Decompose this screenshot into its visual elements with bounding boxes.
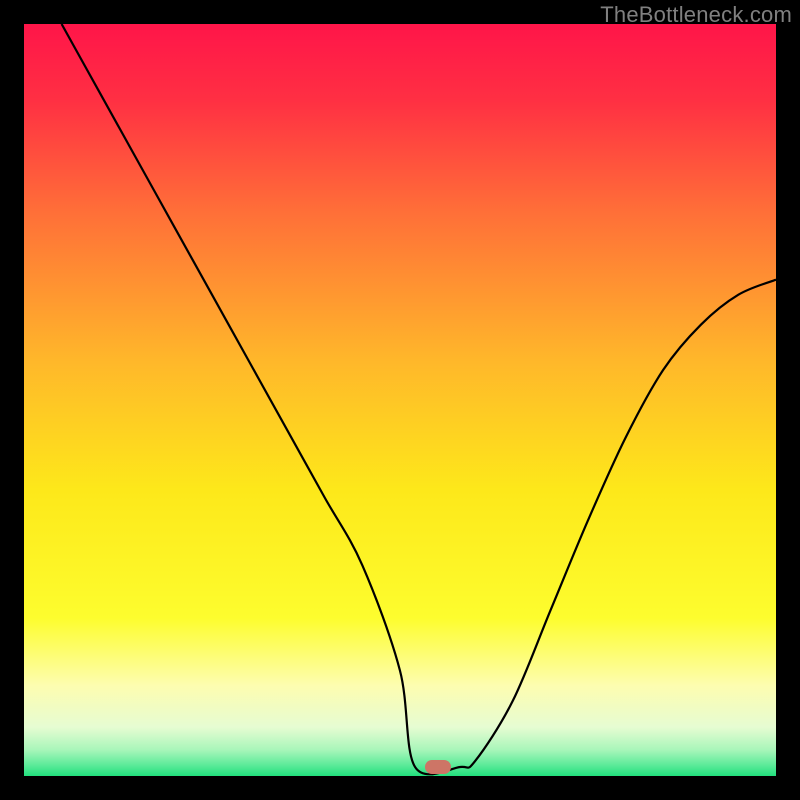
bottleneck-curve — [24, 24, 776, 776]
plot-area — [24, 24, 776, 776]
attribution-text: TheBottleneck.com — [600, 2, 792, 28]
optimum-marker — [425, 760, 451, 774]
chart-frame: TheBottleneck.com — [0, 0, 800, 800]
